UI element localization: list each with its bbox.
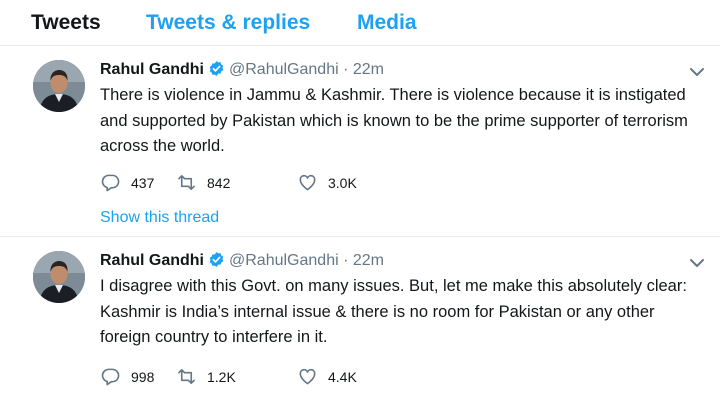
tweet-timestamp[interactable]: 22m — [353, 61, 384, 78]
tab-media[interactable]: Media — [357, 10, 417, 36]
heart-icon — [299, 368, 316, 385]
tweet[interactable]: Rahul Gandhi @RahulGandhi · 22m I disagre… — [0, 238, 720, 404]
tab-tweets[interactable]: Tweets — [31, 10, 101, 36]
chevron-down-icon[interactable] — [688, 63, 706, 81]
heart-icon — [299, 174, 316, 191]
profile-tabs: Tweets Tweets & replies Media — [0, 0, 720, 46]
tweet-text: I disagree with this Govt. on many issue… — [100, 277, 687, 346]
author-handle[interactable]: @RahulGandhi — [229, 61, 339, 78]
retweet-icon — [178, 175, 195, 190]
tweet-header: Rahul Gandhi @RahulGandhi · 22m — [100, 250, 384, 272]
reply-icon — [101, 174, 120, 192]
author-handle[interactable]: @RahulGandhi — [229, 252, 339, 269]
tweet[interactable]: Rahul Gandhi @RahulGandhi · 22m There is … — [0, 47, 720, 237]
reply-icon — [101, 368, 120, 386]
like-count: 4.4K — [328, 369, 357, 385]
tweet-text: There is violence in Jammu & Kashmir. Th… — [100, 86, 688, 155]
retweet-count: 842 — [207, 175, 231, 191]
avatar[interactable] — [33, 60, 85, 112]
reply-count: 998 — [131, 369, 155, 385]
tweet-header: Rahul Gandhi @RahulGandhi · 22m — [100, 59, 384, 81]
retweet-count: 1.2K — [207, 369, 236, 385]
separator-dot: · — [343, 252, 349, 269]
tab-tweets-and-replies[interactable]: Tweets & replies — [146, 10, 310, 36]
avatar[interactable] — [33, 251, 85, 303]
verified-badge-icon — [209, 61, 224, 76]
chevron-down-icon[interactable] — [688, 254, 706, 272]
author-name[interactable]: Rahul Gandhi — [100, 61, 204, 78]
show-thread-link[interactable]: Show this thread — [100, 208, 219, 228]
verified-badge-icon — [209, 252, 224, 267]
author-name[interactable]: Rahul Gandhi — [100, 252, 204, 269]
like-count: 3.0K — [328, 175, 357, 191]
retweet-icon — [178, 369, 195, 384]
separator-dot: · — [343, 61, 349, 78]
reply-count: 437 — [131, 175, 155, 191]
tweet-timestamp[interactable]: 22m — [353, 252, 384, 269]
